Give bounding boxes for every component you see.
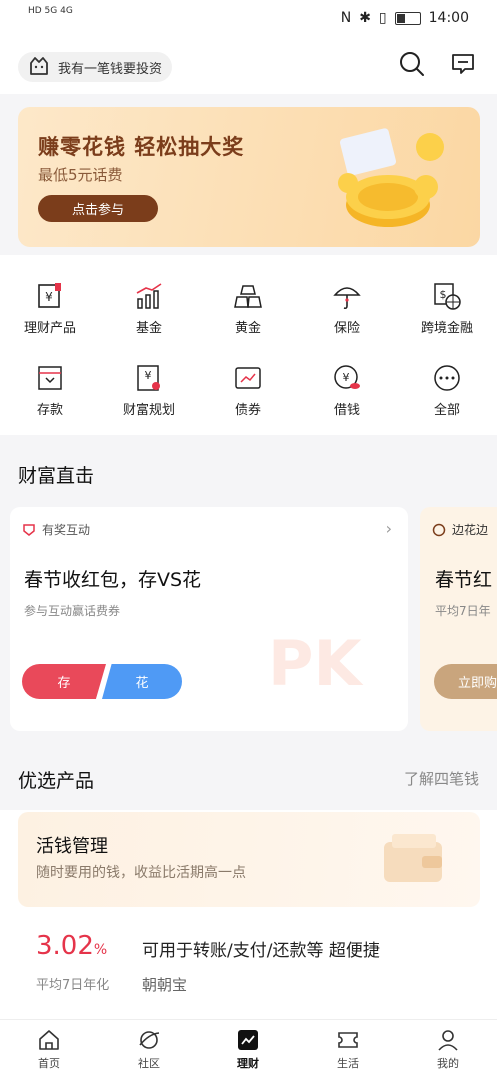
section-title-wealth-direct: 财富直击 [18,465,95,487]
menu-item-gold[interactable]: 黄金 [198,281,298,336]
ticket-icon [338,1032,358,1048]
promo-card-partial[interactable]: 边花边 春节红 平均7日年 立即购 [420,507,497,731]
tab-home[interactable]: 首页 [9,1028,89,1071]
quick-menu: ¥ 理财产品 基金 黄金 保险 $ 跨境金融 存款 ¥ 财富规划 债券 ¥ 借钱… [0,255,497,435]
product-category-card[interactable]: 活钱管理 随时要用的钱，收益比活期高一点 [18,812,480,907]
chevron-right-icon[interactable]: › [386,519,392,538]
rate-label: 平均7日年化 [36,978,110,993]
bottom-tabbar: 首页 社区 理财 生活 我的 [0,1019,497,1078]
menu-label: 保险 [333,321,360,336]
card-tag: 边花边 [432,521,488,538]
invest-pill[interactable]: 我有一笔钱要投资 [18,52,173,82]
product-name: 朝朝宝 [142,976,188,994]
planet-icon [139,1031,160,1049]
menu-item-bond[interactable]: 债券 [198,363,298,418]
message-icon[interactable] [450,51,476,77]
product-rate: 3.02% [36,931,108,961]
home-icon [39,1030,59,1050]
svg-text:¥: ¥ [343,371,350,384]
svg-text:¥: ¥ [145,369,152,382]
badge-icon [23,523,35,536]
menu-label: 债券 [234,403,261,418]
card-title: 春节收红包，存VS花 [24,569,202,591]
buy-button[interactable]: 立即购 [434,664,497,699]
banner-title: 赚零花钱 轻松抽大奖 [38,135,245,159]
menu-item-wealth[interactable]: ¥ 理财产品 [0,281,100,336]
banner-subtitle: 最低5元话费 [38,166,123,184]
menu-item-all[interactable]: 全部 [397,363,497,418]
deposit-icon [38,366,62,390]
tab-community[interactable]: 社区 [109,1028,189,1071]
invest-pill-label: 我有一笔钱要投资 [58,61,163,77]
tab-life[interactable]: 生活 [308,1028,388,1071]
menu-label: 存款 [36,403,63,418]
clock: 14:00 [428,10,469,26]
person-icon [438,1030,458,1051]
save-button[interactable]: 存 [22,664,106,699]
mascot-icon [30,57,48,75]
umbrella-icon [333,287,361,310]
battery-icon [394,11,421,25]
menu-item-planning[interactable]: ¥ 财富规划 [99,363,199,418]
menu-label: 财富规划 [122,403,175,418]
wealth-product-icon: ¥ [38,283,61,308]
spend-button[interactable]: 花 [102,664,182,699]
menu-label: 黄金 [234,321,261,336]
gold-bars-icon [234,285,262,308]
chart-icon [238,1030,258,1050]
banner-button[interactable]: 点击参与 [38,195,158,222]
menu-item-deposit[interactable]: 存款 [0,363,100,418]
badge-icon [432,523,446,536]
card-subtitle: 参与互动赢话费券 [24,604,121,618]
tab-wealth[interactable]: 理财 [208,1028,288,1071]
menu-item-cross-border[interactable]: $ 跨境金融 [397,281,497,336]
menu-label: 理财产品 [23,321,76,336]
menu-item-loan[interactable]: ¥ 借钱 [297,363,397,418]
product-card-title: 活钱管理 [36,836,108,857]
search-icon[interactable] [398,50,426,78]
status-bar: HD 5G 4G N ✱ ▯ 14:00 [0,0,497,38]
card-title: 春节红 [435,569,493,591]
bluetooth-icon: ✱ [359,10,371,26]
vibrate-icon: ▯ [378,10,387,26]
planning-icon: ¥ [137,365,160,391]
learn-more-link[interactable]: 了解四笔钱 [404,768,479,789]
signal-indicators: HD 5G 4G [28,6,73,16]
menu-item-insurance[interactable]: 保险 [297,281,397,336]
product-card-subtitle: 随时要用的钱，收益比活期高一点 [36,865,246,881]
cross-border-icon: $ [434,283,461,310]
bond-icon [235,367,261,389]
product-description: 可用于转账/支付/还款等 超便捷 [142,941,380,961]
menu-label: 基金 [135,321,162,336]
menu-label: 借钱 [333,403,360,418]
loan-icon: ¥ [334,365,360,389]
menu-item-fund[interactable]: 基金 [99,281,199,336]
menu-label: 跨境金融 [420,321,473,336]
card-tag: 有奖互动 [22,521,90,538]
status-icons: N ✱ ▯ 14:00 [341,10,469,26]
more-icon [434,365,460,391]
tab-me[interactable]: 我的 [408,1028,488,1071]
nfc-icon: N [340,10,352,26]
menu-label: 全部 [433,403,460,418]
wallet-icon [384,834,442,882]
pk-watermark-icon: PK [268,627,362,700]
card-subtitle: 平均7日年 [435,604,491,618]
svg-text:¥: ¥ [45,290,53,304]
section-title-featured: 优选产品 [18,770,95,792]
coins-illustration [338,128,444,227]
fund-chart-icon [136,283,162,309]
svg-text:$: $ [440,288,447,301]
promo-banner[interactable]: 赚零花钱 轻松抽大奖 最低5元话费 点击参与 [18,107,480,247]
interactive-card[interactable]: 有奖互动 › 春节收红包，存VS花 参与互动赢话费券 PK 存 花 [10,507,408,731]
